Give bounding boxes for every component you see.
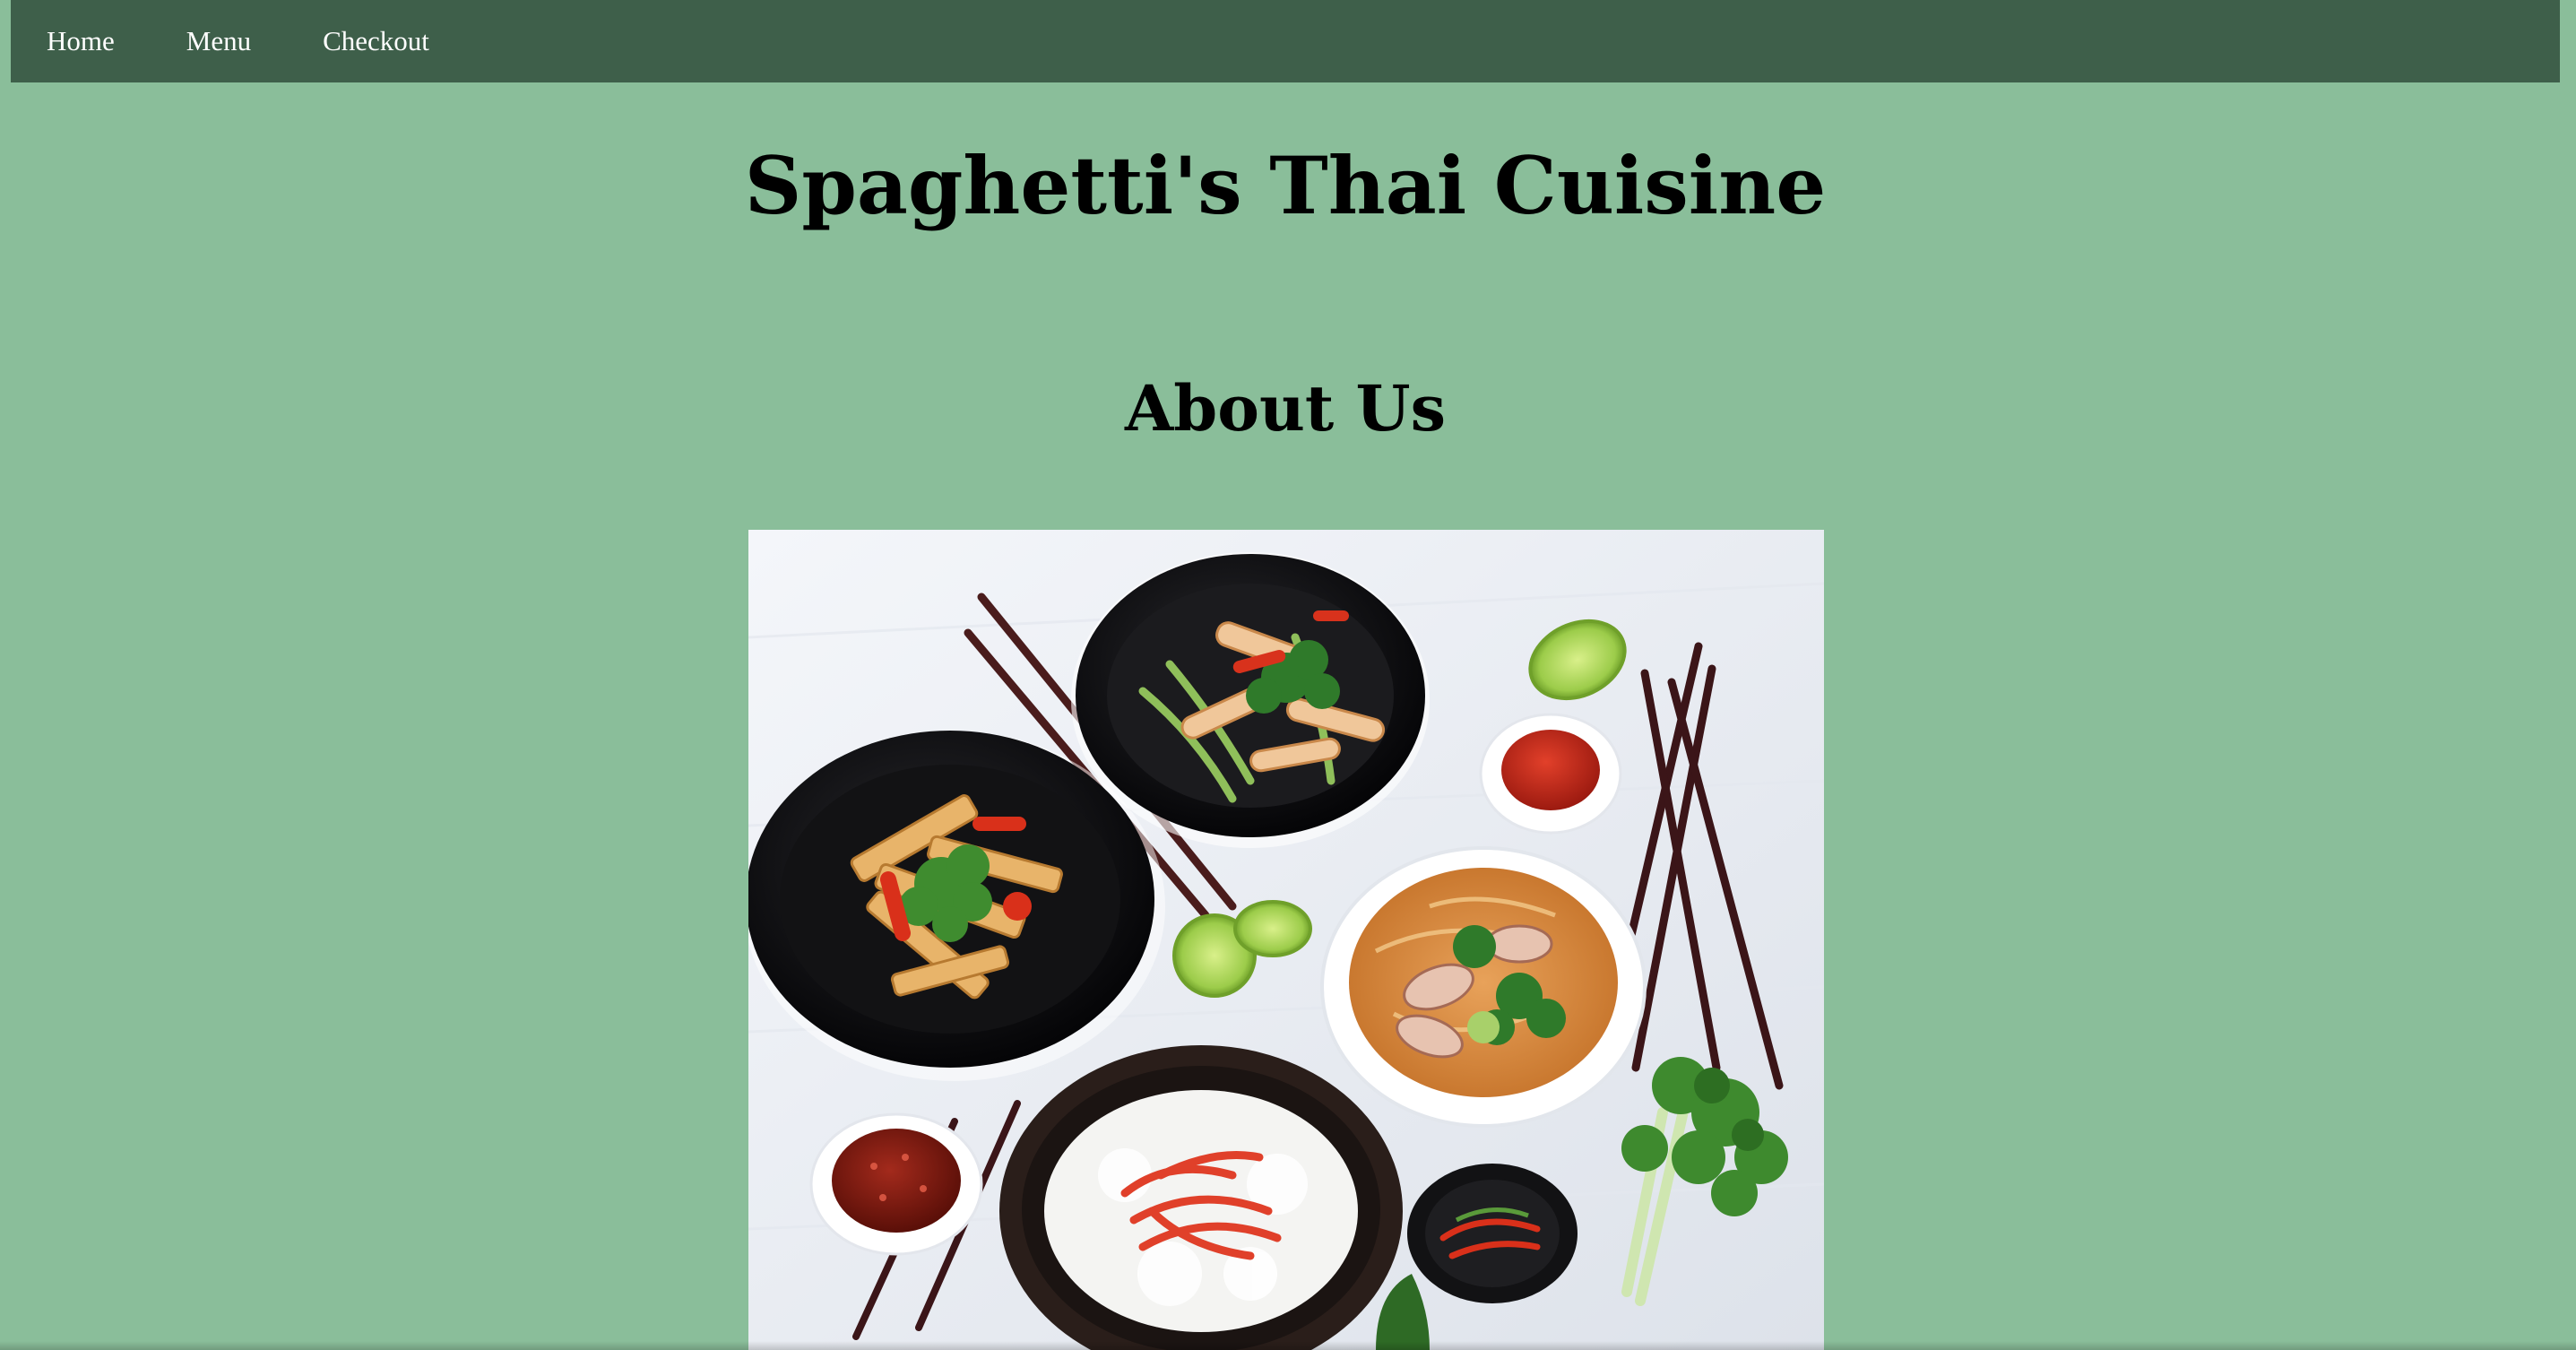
page-bottom-shadow xyxy=(0,1341,2576,1350)
nav-link-checkout[interactable]: Checkout xyxy=(287,0,465,82)
food-illustration xyxy=(748,530,1824,1350)
chili-sauce-dish-top xyxy=(1479,713,1622,835)
chili-sauce-dish-bottom xyxy=(809,1112,983,1256)
nav-link-home[interactable]: Home xyxy=(11,0,151,82)
nav-link-menu[interactable]: Menu xyxy=(151,0,287,82)
site-title: Spaghetti's Thai Cuisine xyxy=(744,139,1827,232)
curry-soup-bowl xyxy=(1320,846,1647,1128)
thai-dishes-photo xyxy=(748,530,1824,1350)
small-salad-bowl xyxy=(1407,1164,1578,1303)
top-navbar: Home Menu Checkout xyxy=(11,0,2560,82)
about-us-heading: About Us xyxy=(1125,371,1446,446)
stir-fry-plate-left xyxy=(748,731,1165,1081)
